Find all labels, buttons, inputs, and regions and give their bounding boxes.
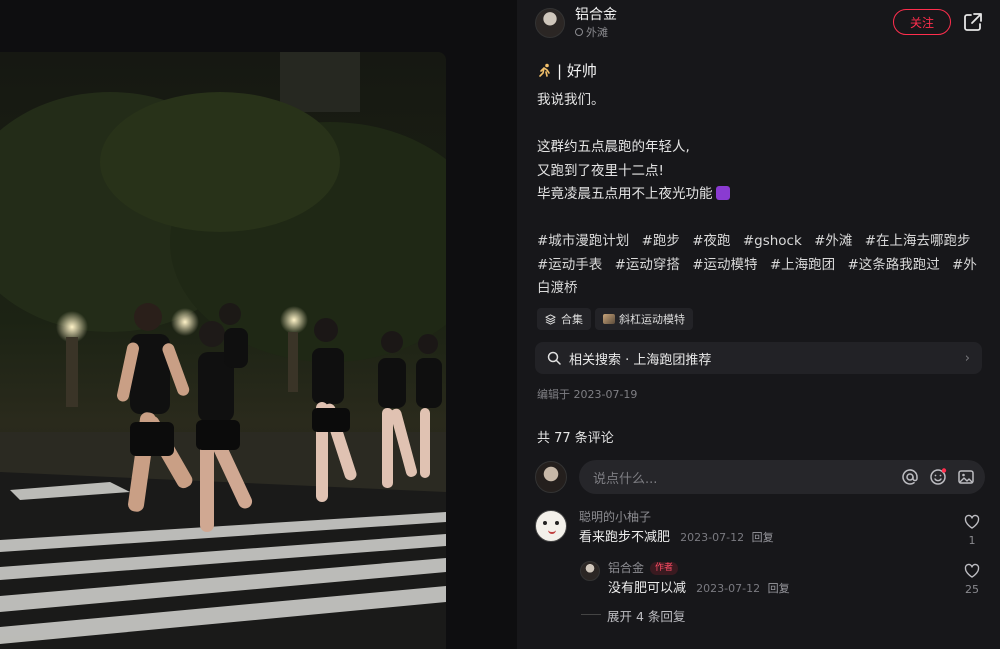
at-icon[interactable] bbox=[901, 468, 919, 486]
hashtag[interactable]: #夜跑 bbox=[692, 233, 730, 249]
author-header: 铝合金 外滩 bbox=[535, 6, 617, 40]
note-chips: 合集 斜杠运动模特 bbox=[537, 308, 697, 330]
expand-replies-button[interactable]: 展开 4 条回复 bbox=[607, 606, 685, 625]
hashtag[interactable]: #运动手表 bbox=[537, 257, 602, 273]
chevron-right-icon: › bbox=[964, 350, 970, 366]
comment-count: 共 77 条评论 bbox=[537, 431, 614, 446]
comment-body: 聪明的小柚子 看来跑步不减肥 2023-07-12 回复 bbox=[579, 510, 774, 547]
hashtag[interactable]: #城市漫跑计划 bbox=[537, 233, 629, 249]
comment-input-row: 说点什么... bbox=[535, 459, 985, 495]
comment-input-placeholder: 说点什么... bbox=[593, 471, 658, 487]
hashtag[interactable]: #gshock bbox=[743, 233, 802, 249]
reply-link[interactable]: 回复 bbox=[768, 582, 790, 595]
related-note-chip-label: 斜杠运动模特 bbox=[619, 313, 685, 326]
author-location: 外滩 bbox=[575, 25, 617, 40]
share-icon[interactable] bbox=[962, 11, 984, 33]
comment-text-row: 看来跑步不减肥 2023-07-12 回复 bbox=[579, 528, 774, 547]
reply-avatar[interactable] bbox=[580, 561, 600, 581]
hashtag[interactable]: #运动模特 bbox=[692, 257, 757, 273]
note-detail-panel: 铝合金 外滩 关注 | 好帅 我说我们。 这群约五点晨跑的年轻人, 又跑到了夜里… bbox=[517, 0, 1000, 649]
note-body: 我说我们。 这群约五点晨跑的年轻人, 又跑到了夜里十二点! 毕竟凌晨五点用不上夜… bbox=[537, 89, 982, 207]
edited-date: 编辑于 2023-07-19 bbox=[537, 388, 638, 401]
comment-meta: 2023-07-12 回复 bbox=[680, 531, 773, 544]
follow-button[interactable]: 关注 bbox=[893, 9, 951, 35]
reply-link[interactable]: 回复 bbox=[752, 531, 774, 544]
reply-item: 铝合金 作者 没有肥可以减 2023-07-12 回复 bbox=[580, 561, 790, 598]
related-note-chip[interactable]: 斜杠运动模特 bbox=[595, 308, 693, 330]
like-count: 1 bbox=[968, 534, 976, 547]
author-location-text: 外滩 bbox=[586, 25, 608, 39]
body-line: 又跑到了夜里十二点! bbox=[537, 162, 664, 179]
comment-item: 聪明的小柚子 看来跑步不减肥 2023-07-12 回复 bbox=[535, 510, 774, 547]
image-icon[interactable] bbox=[957, 468, 975, 486]
related-search-text: 相关搜索 · 上海跑团推荐 bbox=[569, 352, 712, 368]
hashtag[interactable]: #外滩 bbox=[814, 233, 852, 249]
thumbnail-icon bbox=[603, 314, 615, 324]
emoji-icon[interactable] bbox=[929, 468, 947, 486]
layers-icon bbox=[545, 313, 556, 325]
reply-author-name[interactable]: 铝合金 bbox=[608, 561, 644, 576]
body-line bbox=[537, 113, 982, 137]
author-avatar[interactable] bbox=[535, 8, 565, 38]
current-user-avatar bbox=[535, 461, 567, 493]
hashtag[interactable]: #上海跑团 bbox=[770, 257, 835, 273]
hashtag-list: #城市漫跑计划 #跑步 #夜跑 #gshock #外滩 #在上海去哪跑步 #运动… bbox=[537, 230, 985, 301]
note-viewer: 铝合金 外滩 关注 | 好帅 我说我们。 这群约五点晨跑的年轻人, 又跑到了夜里… bbox=[0, 0, 1000, 649]
comment-date: 2023-07-12 bbox=[680, 531, 745, 544]
note-title-text: | 好帅 bbox=[557, 62, 597, 80]
heart-icon bbox=[964, 563, 980, 578]
author-name[interactable]: 铝合金 bbox=[575, 7, 617, 23]
night-runners-image bbox=[0, 52, 446, 649]
runner-icon bbox=[539, 63, 550, 77]
input-tools bbox=[901, 468, 975, 486]
author-badge: 作者 bbox=[650, 562, 679, 575]
body-line: 这群约五点晨跑的年轻人, bbox=[537, 139, 690, 155]
body-line: 我说我们。 bbox=[537, 92, 605, 108]
note-photo[interactable] bbox=[0, 52, 446, 649]
reply-body: 铝合金 作者 没有肥可以减 2023-07-12 回复 bbox=[608, 561, 790, 598]
hashtag[interactable]: #在上海去哪跑步 bbox=[865, 233, 971, 249]
collection-chip-label: 合集 bbox=[561, 313, 583, 326]
like-count: 25 bbox=[965, 583, 979, 596]
comment-input[interactable]: 说点什么... bbox=[579, 460, 985, 494]
collection-chip[interactable]: 合集 bbox=[537, 308, 591, 330]
expand-divider bbox=[581, 614, 601, 615]
location-icon bbox=[575, 28, 583, 36]
author-meta: 铝合金 外滩 bbox=[575, 7, 617, 40]
purple-emoji-icon bbox=[715, 186, 730, 200]
comment-like[interactable]: 1 bbox=[960, 514, 984, 547]
body-line: 毕竟凌晨五点用不上夜光功能 bbox=[537, 183, 982, 207]
reply-author-row: 铝合金 作者 bbox=[608, 561, 790, 576]
body-line-text: 毕竟凌晨五点用不上夜光功能 bbox=[537, 186, 713, 202]
search-icon bbox=[547, 351, 561, 365]
related-search-bar[interactable]: 相关搜索 · 上海跑团推荐 › bbox=[535, 342, 982, 374]
hashtag[interactable]: #运动穿搭 bbox=[615, 257, 680, 273]
reply-date: 2023-07-12 bbox=[696, 582, 761, 595]
reply-like[interactable]: 25 bbox=[960, 563, 984, 596]
heart-icon bbox=[964, 514, 980, 529]
note-title: | 好帅 bbox=[537, 60, 597, 81]
hashtag[interactable]: #跑步 bbox=[642, 233, 680, 249]
reply-text: 没有肥可以减 bbox=[608, 581, 687, 596]
commenter-name[interactable]: 聪明的小柚子 bbox=[579, 510, 774, 525]
reply-text-row: 没有肥可以减 2023-07-12 回复 bbox=[608, 579, 790, 598]
media-pane bbox=[0, 0, 517, 649]
commenter-avatar[interactable] bbox=[535, 510, 567, 542]
reply-meta: 2023-07-12 回复 bbox=[696, 582, 789, 595]
comment-text: 看来跑步不减肥 bbox=[579, 530, 671, 545]
hashtag[interactable]: #这条路我跑过 bbox=[847, 257, 939, 273]
